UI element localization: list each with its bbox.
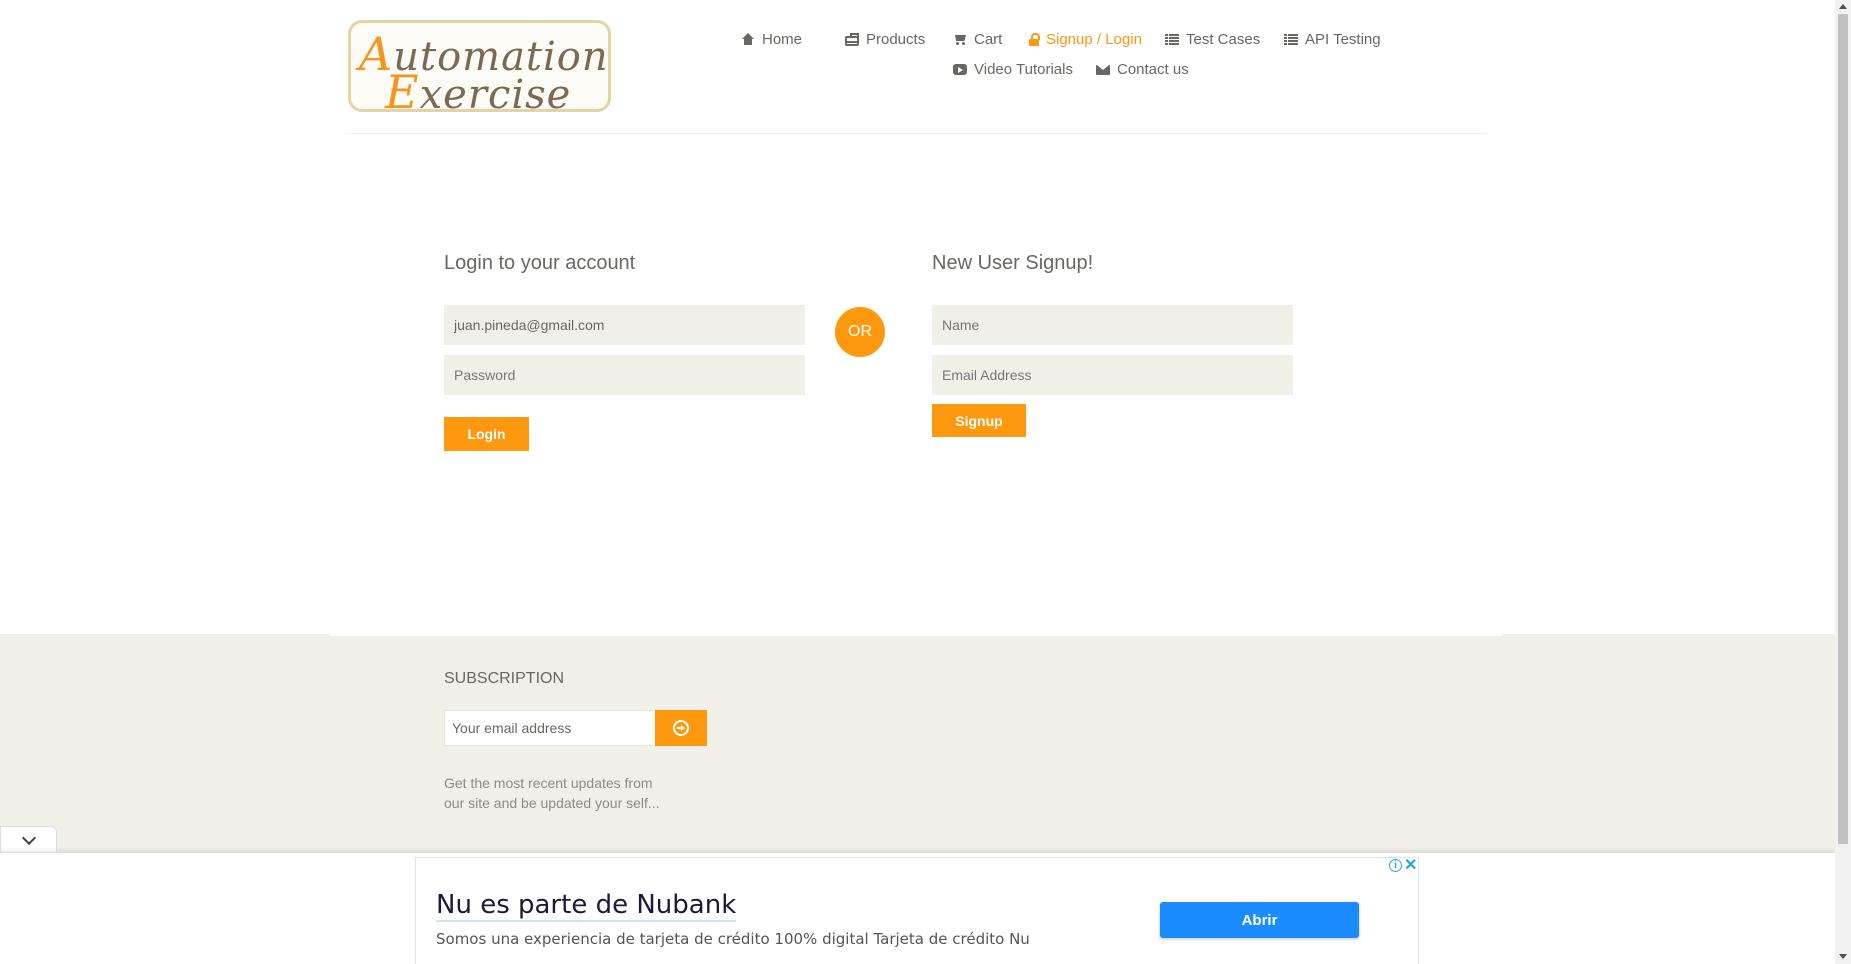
- close-icon[interactable]: ✕: [1404, 855, 1417, 875]
- nav-test-cases-label: Test Cases: [1186, 31, 1261, 48]
- video-icon: [953, 63, 967, 76]
- subscription-description: Get the most recent updates from our sit…: [444, 775, 660, 811]
- cart-icon: [953, 33, 967, 46]
- chevron-down-icon: [21, 830, 36, 845]
- ad-description: Somos una experiencia de tarjeta de créd…: [436, 930, 1030, 948]
- signup-email-input[interactable]: [932, 355, 1293, 395]
- header-divider: [346, 133, 1487, 134]
- signup-button[interactable]: Signup: [932, 404, 1026, 437]
- nav-cart[interactable]: Cart: [953, 31, 1002, 48]
- scroll-down-arrow-icon[interactable]: [1839, 954, 1847, 959]
- nav-contact-us[interactable]: Contact us: [1096, 61, 1189, 78]
- logo-line-2: Exercise: [385, 65, 572, 112]
- nav-signup-login-label: Signup / Login: [1046, 31, 1142, 48]
- subscription-title: SUBSCRIPTION: [444, 670, 565, 687]
- subscribe-button[interactable]: [655, 710, 707, 746]
- site-header: Automation Exercise Home Products Cart S…: [0, 0, 1835, 135]
- nav-cart-label: Cart: [974, 31, 1003, 48]
- nav-api-testing-label: API Testing: [1305, 31, 1381, 48]
- footer-divider: [330, 634, 1502, 636]
- login-password-input[interactable]: [444, 355, 805, 395]
- arrow-circle-right-icon: [673, 720, 689, 736]
- subscription-email-input[interactable]: [444, 710, 656, 746]
- nav-products[interactable]: Products: [845, 31, 925, 48]
- login-email-input[interactable]: [444, 305, 805, 345]
- nav-contact-us-label: Contact us: [1117, 61, 1189, 78]
- home-icon: [741, 33, 755, 46]
- signup-name-input[interactable]: [932, 305, 1293, 345]
- nav-signup-login[interactable]: Signup / Login: [1028, 31, 1142, 48]
- nav-test-cases[interactable]: Test Cases: [1165, 31, 1260, 48]
- logo-text-2: xercise: [419, 72, 572, 112]
- or-badge: OR: [835, 307, 885, 357]
- login-title: Login to your account: [444, 252, 636, 274]
- nav-api-testing[interactable]: API Testing: [1284, 31, 1381, 48]
- nav-video-tutorials[interactable]: Video Tutorials: [953, 61, 1073, 78]
- lock-icon: [1028, 33, 1040, 46]
- scrollbar-thumb[interactable]: [1838, 14, 1848, 844]
- ad-collapse-toggle[interactable]: [0, 826, 57, 853]
- list-icon: [1284, 33, 1298, 46]
- nav-home-label: Home: [762, 31, 803, 48]
- info-icon[interactable]: i: [1389, 859, 1402, 872]
- nav-products-label: Products: [866, 31, 926, 48]
- envelope-icon: [1096, 63, 1110, 76]
- list-icon: [1165, 33, 1179, 46]
- login-button[interactable]: Login: [444, 417, 529, 451]
- site-logo[interactable]: Automation Exercise: [348, 20, 611, 112]
- products-icon: [845, 32, 859, 46]
- nav-home[interactable]: Home: [741, 31, 802, 48]
- logo-cap-e: E: [385, 65, 420, 112]
- scroll-up-arrow-icon[interactable]: [1839, 4, 1847, 9]
- ad-title[interactable]: Nu es parte de Nubank: [436, 890, 737, 922]
- nav-video-tutorials-label: Video Tutorials: [974, 61, 1073, 78]
- ad-open-button[interactable]: Abrir: [1160, 902, 1359, 938]
- signup-title: New User Signup!: [932, 252, 1094, 274]
